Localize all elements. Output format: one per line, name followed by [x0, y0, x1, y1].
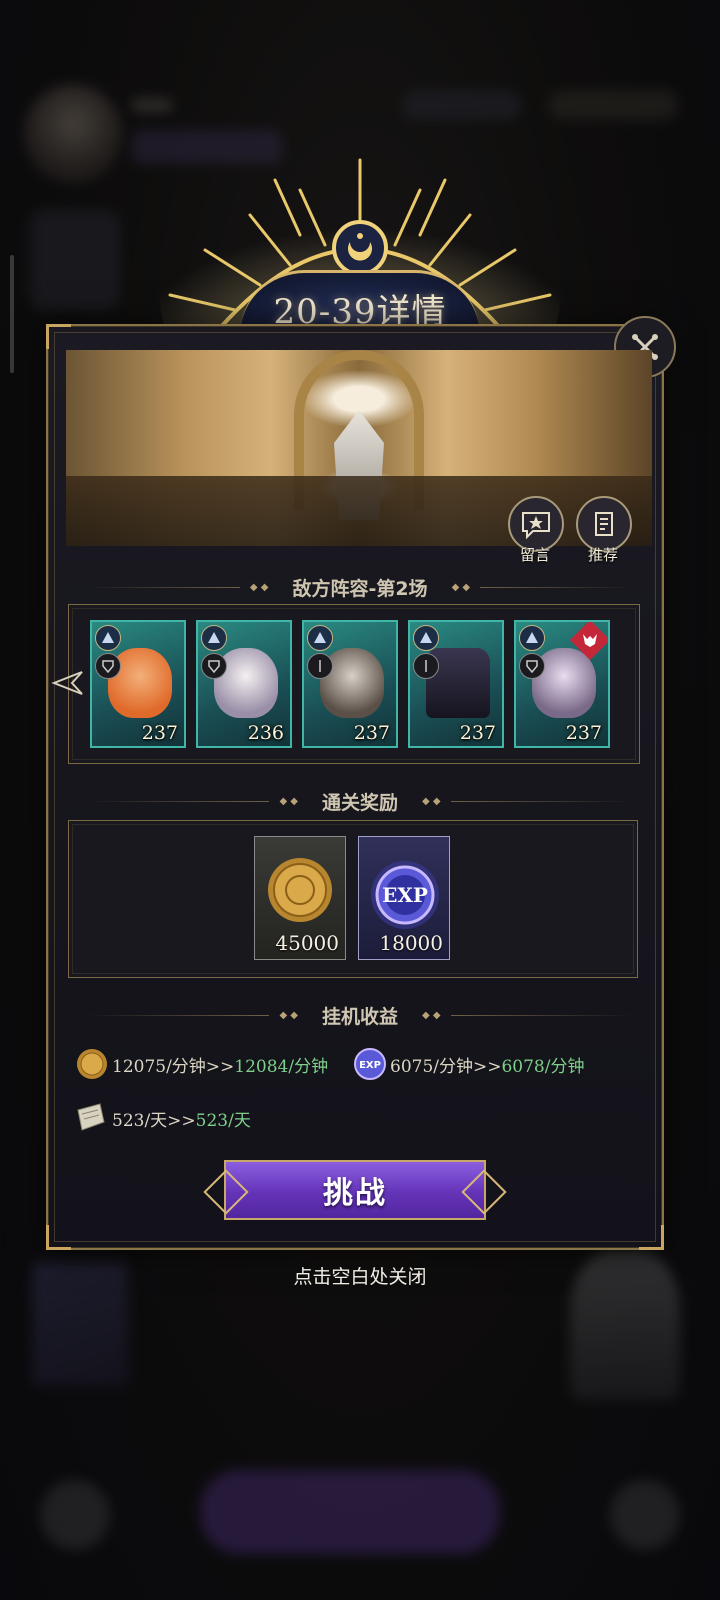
scroll-rate-to: 523/天 — [195, 1110, 251, 1131]
hero-faction-icon — [413, 625, 439, 651]
hero-class-icon — [413, 653, 439, 679]
diamond-ornament-icon: ◆ ◆ — [422, 1009, 441, 1021]
hero-level: 237 — [141, 722, 178, 744]
idle-scroll-rate: 523/天>> 523/天 — [72, 1100, 251, 1136]
scroll-rate-from: 523/天>> — [112, 1110, 196, 1131]
scene-floor — [66, 476, 652, 546]
hero-level: 237 — [565, 722, 602, 744]
diamond-ornament-icon: ◆ ◆ — [279, 795, 298, 807]
frame-corner — [639, 1225, 664, 1250]
hero-class-icon — [201, 653, 227, 679]
hero-faction-icon — [519, 625, 545, 651]
hero-faction-icon — [307, 625, 333, 651]
hero-level: 237 — [353, 722, 390, 744]
reward-amount: 45000 — [275, 931, 339, 955]
divider-line — [86, 586, 240, 588]
recommend-button-label: 推荐 — [588, 546, 619, 564]
hero-faction-icon — [201, 625, 227, 651]
enemy-hero-card[interactable]: 236 — [196, 620, 292, 748]
enemy-lineup-header: ◆ ◆ 敌方阵容-第2场 ◆ ◆ — [86, 572, 635, 602]
message-button-label: 留言 — [520, 546, 551, 564]
idle-income-header: ◆ ◆ 挂机收益 ◆ ◆ — [86, 1000, 635, 1030]
divider-line — [480, 586, 635, 588]
idle-income-title: 挂机收益 — [322, 1005, 399, 1028]
hero-level: 237 — [459, 722, 496, 744]
challenge-button[interactable]: 挑战 — [203, 1160, 507, 1220]
challenge-label: 挑战 — [323, 1176, 387, 1211]
stage-scene-image — [66, 350, 652, 546]
gold-rate-from: 12075/分钟>> — [112, 1056, 235, 1077]
gold-coin-icon — [77, 1049, 107, 1079]
divider-line — [86, 800, 270, 802]
hero-level: 236 — [247, 722, 284, 744]
exp-orb-icon: EXP — [354, 1048, 386, 1080]
frame-corner — [46, 1225, 71, 1250]
arrow-left-icon[interactable] — [48, 668, 84, 698]
enemy-hero-card[interactable]: 237 — [302, 620, 398, 748]
hero-faction-icon — [95, 625, 121, 651]
exp-label: EXP — [382, 883, 428, 907]
clear-rewards-frame — [68, 820, 638, 978]
gold-rate-to: 12084/分钟 — [234, 1056, 329, 1077]
tap-to-close-hint: 点击空白处关闭 — [293, 1266, 427, 1288]
reward-gold[interactable]: 45000 — [254, 836, 346, 960]
idle-exp-rate: EXP 6075/分钟>> 6078/分钟 — [354, 1048, 584, 1080]
clear-rewards-title: 通关奖励 — [322, 791, 399, 814]
exp-rate-from: 6075/分钟>> — [390, 1056, 502, 1077]
divider-line — [450, 800, 635, 802]
exp-rate-to: 6078/分钟 — [501, 1056, 585, 1077]
clear-rewards-header: ◆ ◆ 通关奖励 ◆ ◆ — [86, 786, 635, 816]
scroll-icon — [77, 1103, 105, 1131]
svg-text:EXP: EXP — [359, 1060, 381, 1071]
frame-corner — [46, 324, 71, 349]
idle-gold-rate: 12075/分钟>> 12084/分钟 — [76, 1048, 328, 1080]
hero-class-icon — [95, 653, 121, 679]
hero-class-icon — [519, 653, 545, 679]
divider-line — [450, 1014, 635, 1016]
reward-amount: 18000 — [379, 931, 443, 955]
enemy-hero-card[interactable]: 237 — [408, 620, 504, 748]
hero-class-icon — [307, 653, 333, 679]
enemy-hero-card[interactable]: 237 — [90, 620, 186, 748]
message-star-icon — [522, 512, 550, 540]
divider-line — [86, 1014, 270, 1016]
diamond-ornament-icon: ◆ ◆ — [279, 1009, 298, 1021]
enemy-hero-card-boss[interactable]: 237 — [514, 620, 610, 748]
diamond-ornament-icon: ◆ ◆ — [249, 581, 269, 593]
diamond-ornament-icon: ◆ ◆ — [451, 581, 471, 593]
enemy-lineup-title: 敌方阵容-第2场 — [292, 577, 428, 600]
recommend-icon — [595, 512, 613, 536]
gold-coin-icon — [268, 858, 332, 922]
diamond-ornament-icon: ◆ ◆ — [422, 795, 441, 807]
reward-exp[interactable]: EXP 18000 — [358, 836, 450, 960]
